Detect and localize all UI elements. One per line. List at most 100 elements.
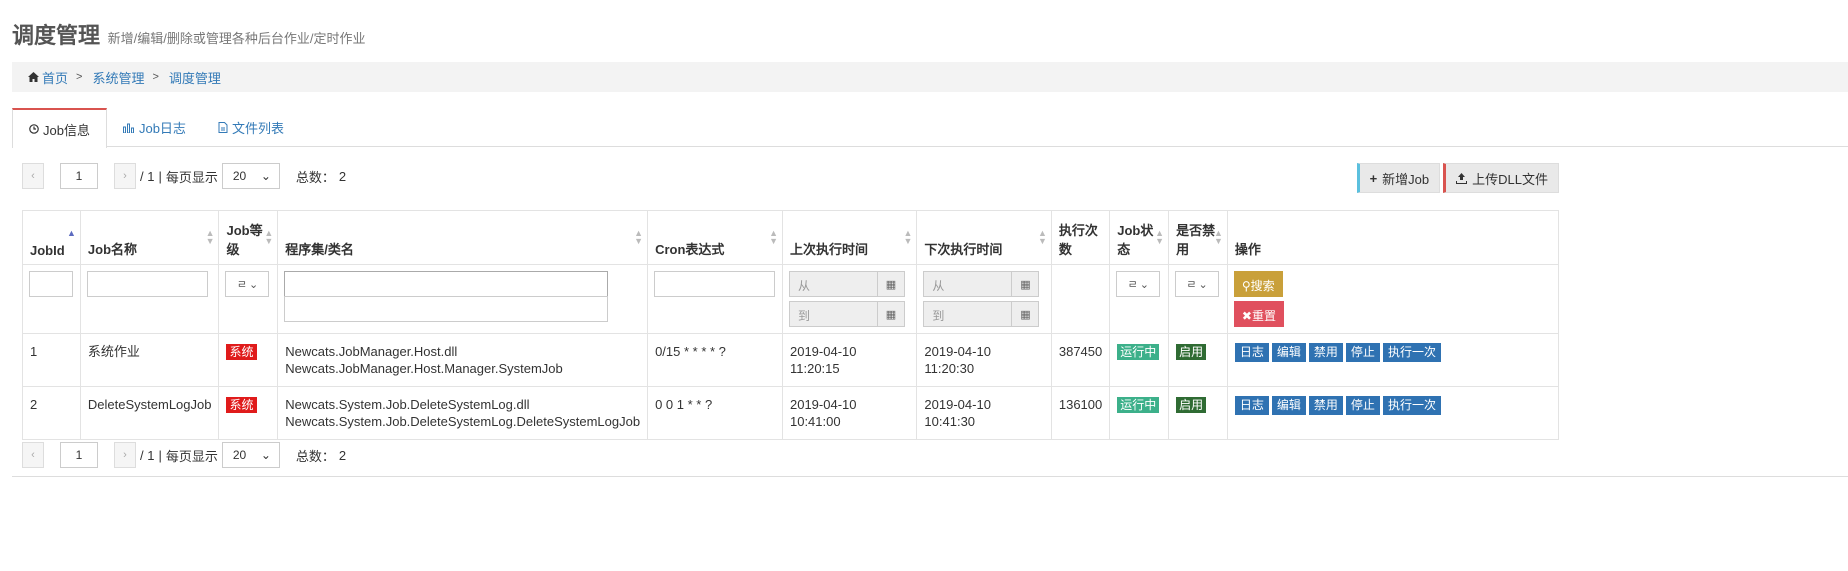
total-pages: / 1 [140, 447, 155, 463]
next-run-from-input[interactable]: 从 ▦ [923, 271, 1040, 297]
assembly-filter-input[interactable] [284, 271, 609, 297]
cell-count: 387450 [1050, 333, 1111, 387]
tab-job-info[interactable]: Job信息 [12, 108, 107, 148]
log-button[interactable]: 日志 [1234, 396, 1269, 415]
calendar-icon[interactable]: ▦ [876, 272, 904, 296]
calendar-icon[interactable]: ▦ [1011, 302, 1038, 326]
chevron-down-icon: ⌄ [248, 278, 259, 291]
sort-icon[interactable]: ▲ ▼ [1038, 229, 1047, 246]
sort-asc-icon[interactable]: ▲ [67, 229, 76, 238]
cell-disabled: 启用 [1168, 333, 1228, 387]
disable-button[interactable]: 禁用 [1308, 343, 1343, 362]
breadcrumb-current[interactable]: 调度管理 [169, 68, 221, 87]
column-header-next-run[interactable]: 下次执行时间 ▲ ▼ [916, 210, 1052, 265]
close-icon: ✖ [1241, 309, 1252, 323]
disabled-filter-select[interactable]: ㄹ ⌄ [1175, 271, 1220, 297]
sort-icon[interactable]: ▲ ▼ [206, 229, 215, 246]
cell-name: DeleteSystemLogJob [79, 386, 220, 440]
tab-bar: Job信息 Job日志 文件列表 [12, 108, 1848, 148]
next-run-to-input[interactable]: 到 ▦ [923, 301, 1040, 327]
run-once-button[interactable]: 执行一次 [1382, 343, 1441, 362]
sort-icon[interactable]: ▲ ▼ [769, 229, 778, 246]
sort-icon[interactable]: ▲ ▼ [1155, 229, 1164, 246]
enabled-badge: 启用 [1176, 344, 1207, 360]
status-filter-select[interactable]: ㄹ ⌄ [1116, 271, 1161, 297]
column-header-last-run[interactable]: 上次执行时间 ▲ ▼ [781, 210, 918, 265]
edit-button[interactable]: 编辑 [1271, 396, 1306, 415]
file-icon [218, 122, 228, 133]
column-header-jobid[interactable]: JobId ▲ [22, 210, 81, 265]
cron-filter-input[interactable] [654, 271, 776, 297]
per-page-label: 每页显示 [165, 448, 218, 464]
total-label: 总数： [295, 169, 335, 185]
page-header: 调度管理 新增/编辑/删除或管理各种后台作业/定时作业 [12, 18, 365, 50]
calendar-icon[interactable]: ▦ [876, 302, 904, 326]
plus-icon: + [1369, 170, 1378, 186]
column-header-disabled[interactable]: 是否禁用 ▲ ▼ [1168, 210, 1228, 265]
cell-disabled: 启用 [1168, 386, 1228, 440]
log-button[interactable]: 日志 [1234, 343, 1269, 362]
run-once-button[interactable]: 执行一次 [1382, 396, 1441, 415]
search-button[interactable]: ⚲搜索 [1233, 271, 1283, 297]
bar-chart-icon [122, 123, 134, 133]
upload-dll-button[interactable]: 上传DLL文件 [1443, 163, 1559, 193]
page-title: 调度管理 [12, 23, 101, 48]
disable-button[interactable]: 禁用 [1308, 396, 1343, 415]
cell-status: 运行中 [1109, 386, 1170, 440]
edit-button[interactable]: 编辑 [1271, 343, 1306, 362]
page-input[interactable]: 1 [60, 163, 98, 189]
last-run-from-input[interactable]: 从 ▦ [788, 271, 905, 297]
table-row[interactable]: 2 DeleteSystemLogJob 系统 Newcats.System.J… [22, 386, 1560, 440]
column-header-status[interactable]: Job状态 ▲ ▼ [1109, 210, 1170, 265]
column-header-assembly[interactable]: 程序集/类名 ▲ ▼ [277, 210, 649, 265]
jobid-filter-input[interactable] [29, 271, 73, 297]
upload-icon [1456, 172, 1468, 184]
cell-status: 运行中 [1109, 333, 1170, 387]
cell-name: 系统作业 [79, 333, 220, 387]
breadcrumb-system[interactable]: 系统管理 [92, 68, 144, 87]
sort-icon[interactable]: ▲ ▼ [1214, 229, 1223, 246]
sort-icon[interactable]: ▲ ▼ [904, 229, 913, 246]
enabled-badge: 启用 [1176, 397, 1207, 413]
add-job-button[interactable]: + 新增Job [1356, 163, 1441, 193]
cell-level: 系统 [218, 333, 279, 387]
breadcrumb-home[interactable]: 首页 [28, 68, 68, 87]
calendar-icon[interactable]: ▦ [1011, 272, 1038, 296]
sort-icon[interactable]: ▲ ▼ [634, 229, 643, 246]
per-page-select[interactable]: 20 ⌄ [221, 163, 280, 189]
jobs-table: JobId ▲ Job名称 ▲ ▼ Job等级 ▲ ▼ 程序集/类名 ▲ ▼ Cron表达式 ▲… [22, 210, 1560, 440]
cell-level: 系统 [218, 386, 279, 440]
prev-page-button[interactable]: ‹ [22, 442, 44, 468]
page-input[interactable]: 1 [60, 442, 98, 468]
tab-job-log[interactable]: Job日志 [107, 108, 202, 147]
last-run-to-input[interactable]: 到 ▦ [788, 301, 905, 327]
sort-icon[interactable]: ▲ ▼ [264, 229, 273, 246]
reset-button[interactable]: ✖重置 [1233, 301, 1284, 327]
next-page-button[interactable]: › [114, 163, 136, 189]
prev-page-button[interactable]: ‹ [22, 163, 44, 189]
clock-icon [29, 124, 39, 134]
column-header-name[interactable]: Job名称 ▲ ▼ [79, 210, 220, 265]
column-header-level[interactable]: Job等级 ▲ ▼ [218, 210, 279, 265]
tab-file-list[interactable]: 文件列表 [202, 108, 300, 147]
pager-separator: | [158, 168, 162, 184]
cell-cron: 0 0 1 * * ? [647, 386, 783, 440]
column-header-cron[interactable]: Cron表达式 ▲ ▼ [647, 210, 783, 265]
chevron-down-icon: ⌄ [260, 169, 271, 183]
chevron-down-icon: ⌄ [1139, 278, 1149, 291]
filter-row: ㄹ ⌄ 从 ▦ 到 ▦ 从 ▦ 到 ▦ ㄹ ⌄ ㄹ ⌄ ⚲搜索 ✖重置 [22, 264, 1560, 334]
stop-button[interactable]: 停止 [1345, 343, 1380, 362]
name-filter-input[interactable] [86, 271, 208, 297]
per-page-select[interactable]: 20 ⌄ [221, 442, 280, 468]
cell-actions: 日志 编辑 禁用 停止 执行一次 [1226, 386, 1560, 440]
stop-button[interactable]: 停止 [1345, 396, 1380, 415]
home-icon [28, 72, 39, 82]
chevron-right-icon: > [76, 71, 83, 83]
table-row[interactable]: 1 系统作业 系统 Newcats.JobManager.Host.dll New… [22, 333, 1560, 387]
level-badge: 系统 [226, 397, 257, 413]
class-filter-input[interactable] [284, 296, 609, 322]
level-filter-select[interactable]: ㄹ ⌄ [225, 271, 270, 297]
next-page-button[interactable]: › [114, 442, 136, 468]
pager-top: ‹ 1 › / 1 | 每页显示 20 ⌄ 总数： 2 [22, 163, 346, 189]
column-header-count[interactable]: 执行次数 [1050, 210, 1111, 265]
